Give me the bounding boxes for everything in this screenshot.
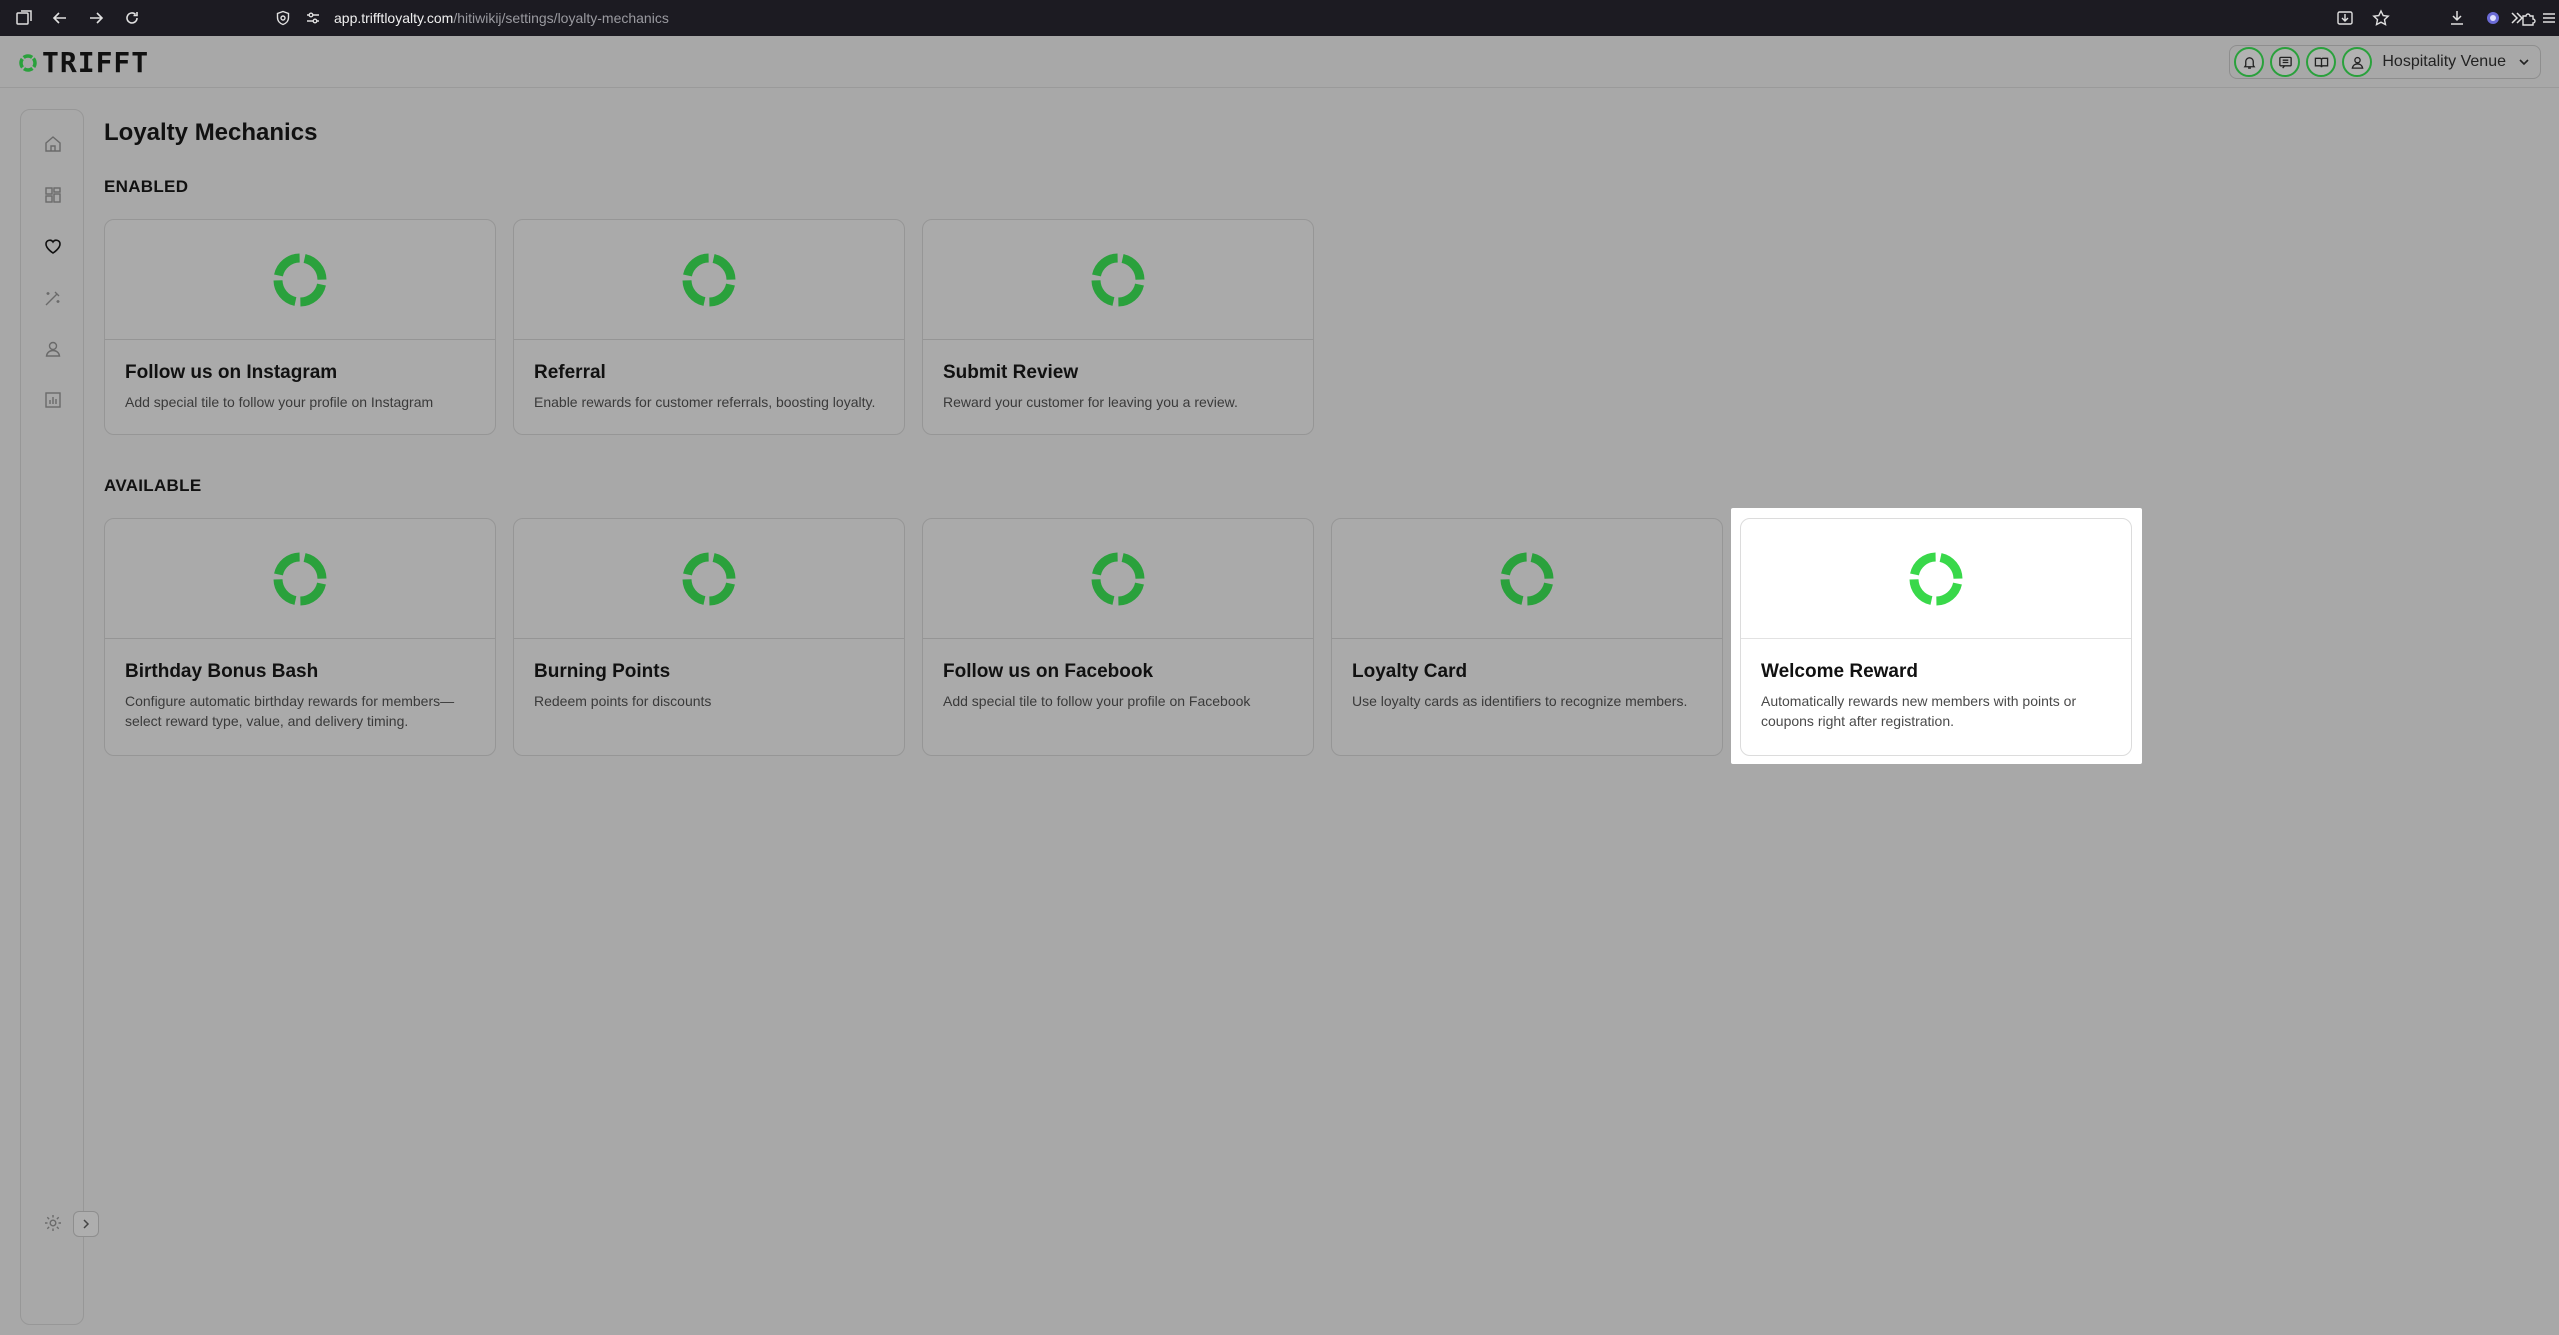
mechanic-card-loyalty-card[interactable]: Loyalty Card Use loyalty cards as identi… (1331, 518, 1723, 756)
heart-icon (45, 239, 61, 254)
sidebar (20, 109, 84, 1325)
sidebar-item-dashboard[interactable] (42, 184, 64, 206)
reload-icon[interactable] (114, 0, 150, 36)
trifft-ring-icon (273, 552, 327, 605)
card-image (514, 220, 904, 340)
card-title: Submit Review (943, 362, 1079, 383)
shield-icon[interactable] (268, 4, 298, 32)
mechanic-card-submit-review[interactable]: Submit Review Reward your customer for l… (922, 219, 1314, 435)
trifft-logo[interactable]: TRIFFT (18, 46, 149, 79)
trifft-ring-icon (682, 552, 736, 605)
bell-icon (2243, 56, 2256, 69)
card-image (514, 519, 904, 639)
card-description: Redeem points for discounts (534, 693, 712, 709)
card-title: Loyalty Card (1352, 661, 1468, 682)
trifft-ring-icon (1091, 253, 1145, 306)
venue-selector-label[interactable]: Hospitality Venue (2382, 53, 2506, 71)
permissions-icon[interactable] (298, 4, 328, 32)
trifft-ring-icon (682, 253, 736, 306)
card-description: Add special tile to follow your profile … (125, 394, 434, 410)
mechanic-card-birthday-bonus[interactable]: Birthday Bonus Bash Configure automatic … (104, 518, 496, 756)
docs-button[interactable] (2306, 47, 2337, 77)
trifft-ring-icon (1091, 552, 1145, 605)
messages-button[interactable] (2270, 47, 2301, 77)
card-title: Follow us on Instagram (125, 362, 338, 383)
address-bar[interactable]: app.trifftloyalty.com/hitiwikij/settings… (268, 4, 2198, 32)
card-description: Enable rewards for customer referrals, b… (534, 394, 876, 410)
card-image (105, 519, 495, 639)
card-title: Burning Points (534, 661, 671, 682)
sidebar-item-reports[interactable] (42, 389, 64, 411)
sidebar-expand-button[interactable] (73, 1211, 99, 1237)
card-description: Reward your customer for leaving you a r… (943, 394, 1238, 410)
sidebar-item-loyalty[interactable] (42, 235, 64, 257)
book-icon (2314, 57, 2329, 67)
url-path: /hitiwikij/settings/loyalty-mechanics (453, 10, 669, 26)
chevron-right-icon (83, 1219, 90, 1229)
settings-icon (45, 1215, 61, 1231)
screenshot-icon[interactable] (2327, 0, 2363, 36)
overflow-chevron-icon[interactable] (2499, 0, 2535, 36)
sidebar-item-settings[interactable] (42, 1212, 64, 1234)
sidebar-item-campaigns[interactable] (42, 287, 64, 309)
browser-toolbar: app.trifftloyalty.com/hitiwikij/settings… (0, 0, 2559, 36)
card-title: Welcome Reward (1761, 661, 1918, 682)
app-header: TRIFFT Hospitality Venue (0, 36, 2559, 88)
magic-wand-icon (45, 291, 60, 306)
downloads-icon[interactable] (2439, 0, 2475, 36)
chevron-down-icon[interactable] (2516, 54, 2532, 70)
card-description: Configure automatic birthday rewards for… (125, 693, 455, 729)
logo-text: TRIFFT (42, 46, 150, 79)
user-icon (45, 341, 61, 357)
trifft-ring-icon (1500, 552, 1554, 605)
back-icon[interactable] (42, 0, 78, 36)
sidebar-item-home[interactable] (42, 133, 64, 155)
home-icon (45, 136, 61, 152)
mechanic-card-referral[interactable]: Referral Enable rewards for customer ref… (513, 219, 905, 435)
card-title: Referral (534, 362, 606, 383)
card-image (1332, 519, 1722, 639)
chart-icon (45, 392, 61, 408)
header-actions: Hospitality Venue (2229, 45, 2541, 79)
trifft-ring-icon (273, 253, 327, 306)
card-description: Use loyalty cards as identifiers to reco… (1352, 693, 1688, 709)
section-label-available: AVAILABLE (104, 476, 202, 495)
logo-ring-icon (19, 53, 37, 72)
bookmark-star-icon[interactable] (2363, 0, 2399, 36)
page-title: Loyalty Mechanics (104, 119, 318, 146)
card-image (923, 220, 1313, 340)
forward-icon[interactable] (78, 0, 114, 36)
card-description: Automatically rewards new members with p… (1761, 693, 2077, 729)
mechanic-card-burning-points[interactable]: Burning Points Redeem points for discoun… (513, 518, 905, 756)
section-label-enabled: ENABLED (104, 177, 189, 196)
trifft-ring-icon (1909, 552, 1963, 605)
card-image (1741, 519, 2131, 639)
card-title: Birthday Bonus Bash (125, 661, 319, 682)
card-image (105, 220, 495, 340)
user-icon (2351, 56, 2364, 69)
card-description: Add special tile to follow your profile … (943, 693, 1251, 709)
message-icon (2279, 56, 2292, 69)
mechanic-card-facebook[interactable]: Follow us on Facebook Add special tile t… (922, 518, 1314, 756)
card-title: Follow us on Facebook (943, 661, 1154, 682)
tab-overview-icon[interactable] (6, 0, 42, 36)
url-domain: app.trifftloyalty.com (334, 10, 454, 26)
mechanic-card-welcome-reward[interactable]: Welcome Reward Automatically rewards new… (1740, 518, 2132, 756)
dashboard-icon (45, 187, 61, 203)
card-image (923, 519, 1313, 639)
sidebar-item-members[interactable] (42, 338, 64, 360)
profile-button[interactable] (2342, 47, 2373, 77)
notifications-button[interactable] (2234, 47, 2265, 77)
mechanic-card-instagram[interactable]: Follow us on Instagram Add special tile … (104, 219, 496, 435)
menu-icon[interactable] (2531, 0, 2559, 36)
